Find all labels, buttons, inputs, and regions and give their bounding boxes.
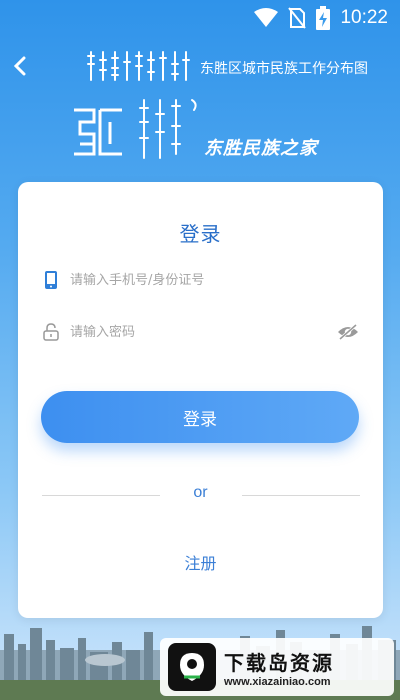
mongolian-script-emblem [139,99,197,159]
password-field [40,314,360,350]
back-button[interactable] [6,52,34,80]
battery-charging-icon [316,6,331,30]
login-title: 登录 [179,222,222,246]
phone-id-field [40,262,360,298]
phone-id-input[interactable] [70,265,360,295]
toggle-password-visibility[interactable] [336,320,360,344]
watermark-title: 下载岛资源 [224,650,334,675]
register-link[interactable]: 注册 [18,550,383,574]
password-input[interactable] [70,317,360,347]
eye-hidden-icon [338,324,358,340]
wifi-icon [254,8,279,28]
watermark-url: www.xiazainiao.com [224,675,331,688]
login-button[interactable]: 登录 [41,391,359,443]
lock-icon [40,321,62,343]
app-logo: 东胜民族之家 [70,96,340,176]
status-time: 10:22 [340,7,388,28]
logo-text: 东胜民族之家 [204,138,318,159]
watermark-logo-icon [168,643,216,691]
divider-right [242,495,360,496]
watermark-text: 下载岛资源 www.xiazainiao.com [224,647,334,688]
mongolian-script-title [87,51,190,81]
chevron-left-icon [13,56,26,76]
no-sim-icon [288,7,307,29]
logo-emblem [74,108,122,156]
mobile-phone-icon [40,269,62,291]
app-header: 东胜区城市民族工作分布图 [0,40,400,92]
page-title: 东胜区城市民族工作分布图 [200,61,368,77]
login-card: 登录 登录 [18,182,383,618]
watermark-badge: 下载岛资源 www.xiazainiao.com [160,638,394,696]
or-separator: or [193,484,208,501]
status-bar: 10:22 [0,0,400,36]
